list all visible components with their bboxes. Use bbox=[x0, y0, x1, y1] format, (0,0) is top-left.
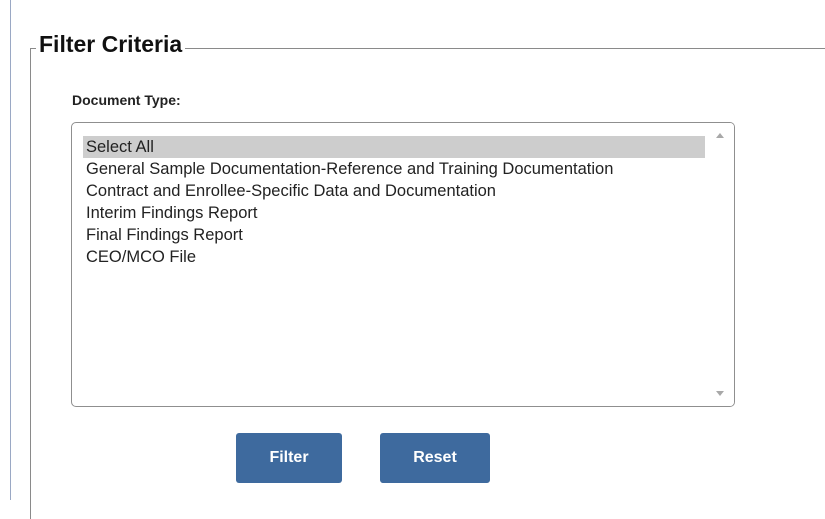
filter-criteria-legend: Filter Criteria bbox=[36, 29, 186, 59]
document-type-option-contract-enrollee[interactable]: Contract and Enrollee-Specific Data and … bbox=[83, 180, 705, 202]
reset-button[interactable]: Reset bbox=[380, 433, 490, 483]
document-type-option-interim-findings[interactable]: Interim Findings Report bbox=[83, 202, 705, 224]
document-type-listbox[interactable]: Select All General Sample Documentation-… bbox=[71, 122, 735, 407]
scroll-down-arrow-icon[interactable] bbox=[716, 391, 724, 396]
document-type-options: Select All General Sample Documentation-… bbox=[83, 136, 705, 268]
document-type-option-ceo-mco-file[interactable]: CEO/MCO File bbox=[83, 246, 705, 268]
filter-button[interactable]: Filter bbox=[236, 433, 342, 483]
document-type-label: Document Type: bbox=[72, 92, 181, 108]
document-type-option-final-findings[interactable]: Final Findings Report bbox=[83, 224, 705, 246]
listbox-scrollbar[interactable] bbox=[707, 123, 734, 406]
document-type-option-general-sample[interactable]: General Sample Documentation-Reference a… bbox=[83, 158, 705, 180]
document-type-option-select-all[interactable]: Select All bbox=[83, 136, 705, 158]
panel-left-edge bbox=[10, 0, 11, 500]
filter-criteria-panel: Filter Criteria Document Type: Select Al… bbox=[0, 0, 825, 519]
scroll-up-arrow-icon[interactable] bbox=[716, 133, 724, 138]
